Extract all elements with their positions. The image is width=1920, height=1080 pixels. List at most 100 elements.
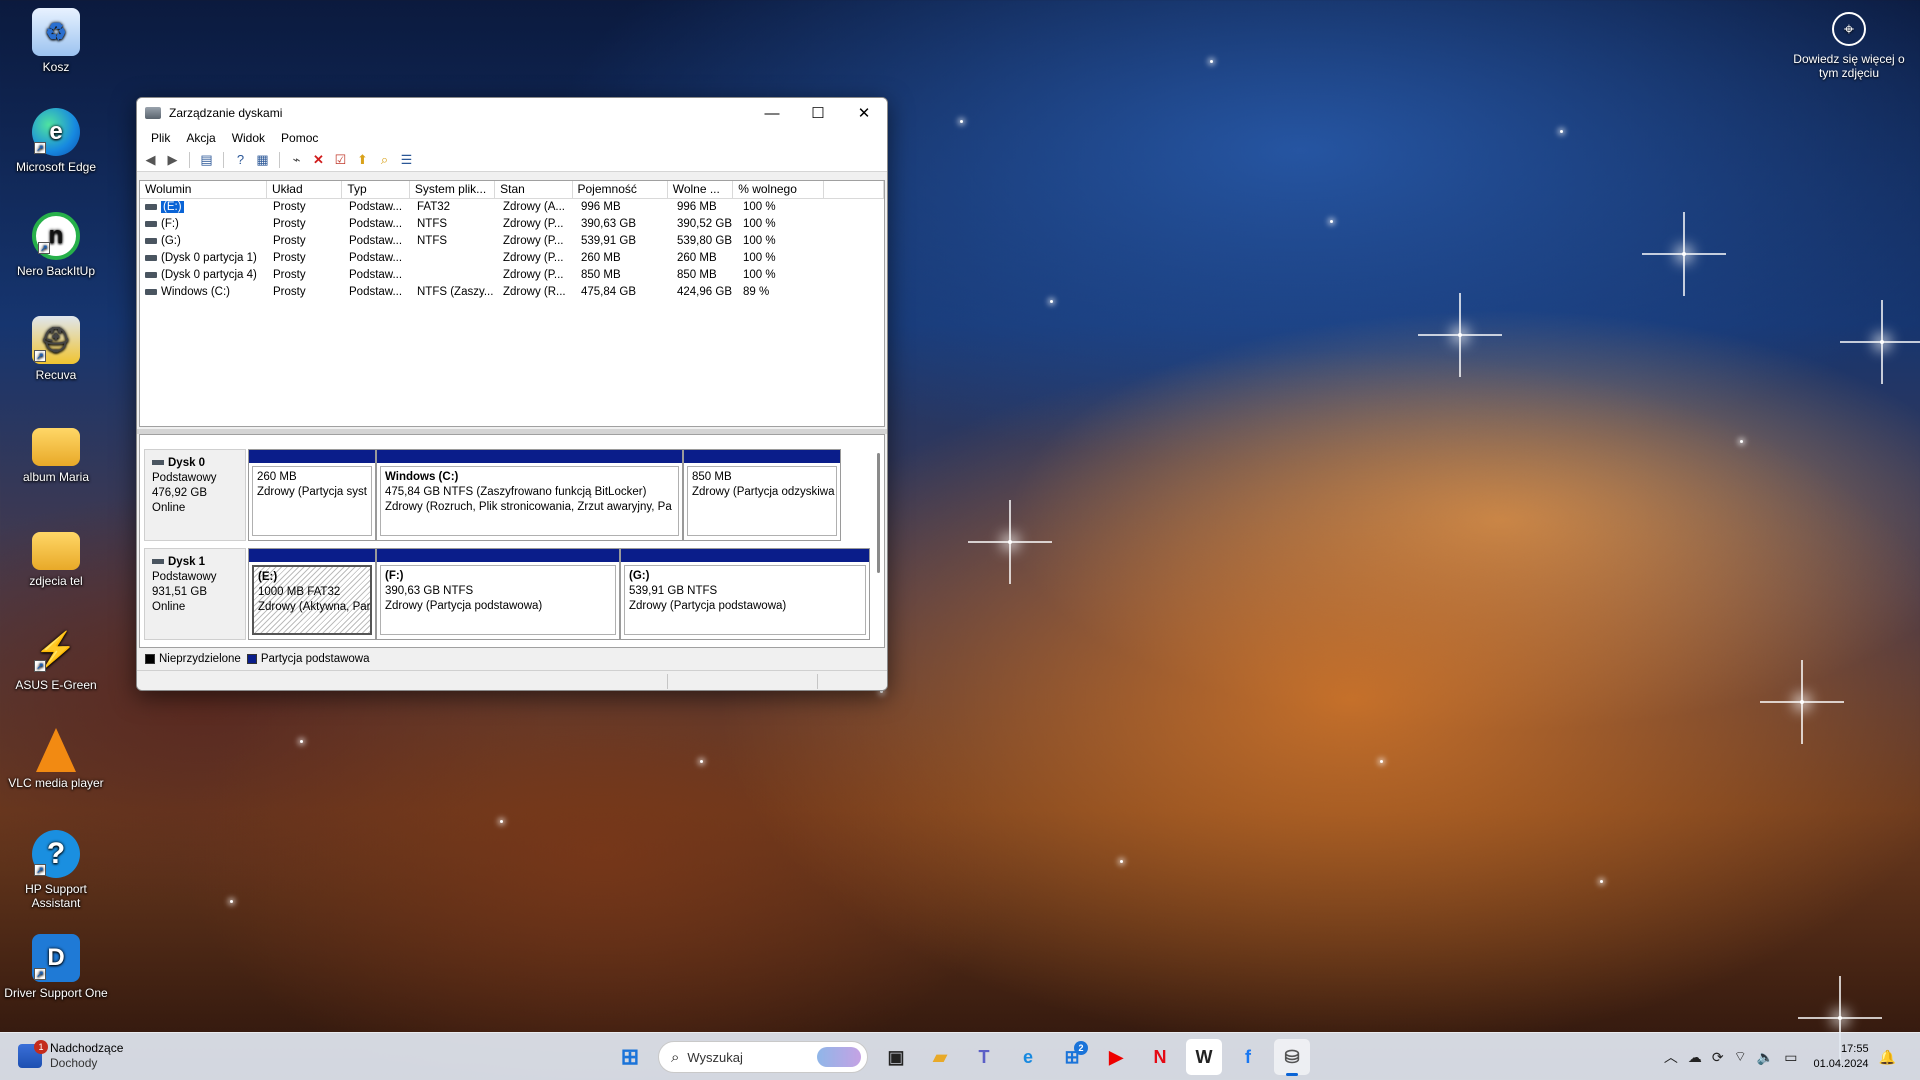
volume-cell: 424,96 GB <box>677 286 732 298</box>
widget-subtitle: Dochody <box>50 1056 98 1070</box>
volume-cell: 390,52 GB <box>677 218 732 230</box>
desktop-icon-recuva[interactable]: ⛑ ↗ Recuva <box>0 316 112 382</box>
netflix-icon[interactable]: N <box>1142 1039 1178 1075</box>
show-hide-console-icon[interactable]: ▤ <box>197 150 216 169</box>
partition[interactable]: (E:) 1000 MB FAT32 Zdrowy (Aktywna, Par <box>248 548 376 640</box>
desktop-icon-vlc[interactable]: VLC media player <box>0 728 112 790</box>
volume-name-cell: (Dysk 0 partycja 4) <box>140 267 268 284</box>
volume-cell: NTFS <box>417 235 448 247</box>
disk-status: Online <box>152 601 186 613</box>
minimize-button[interactable]: — <box>749 98 795 128</box>
column-header[interactable]: Wolne ... <box>668 181 734 198</box>
clock[interactable]: 17:55 01.04.2024 <box>1814 1042 1869 1072</box>
partition[interactable]: 850 MB Zdrowy (Partycja odzyskiwa <box>683 449 841 541</box>
desktop-icon-zdjecia-tel[interactable]: zdjecia tel <box>0 524 112 588</box>
store-icon[interactable]: ⊞ 2 <box>1054 1039 1090 1075</box>
disk-management-taskbar-icon[interactable]: ⛁ <box>1274 1039 1310 1076</box>
forward-icon[interactable]: ▶ <box>163 150 182 169</box>
partition[interactable]: 260 MB Zdrowy (Partycja syst <box>248 449 376 541</box>
volume-cell: 100 % <box>743 218 776 230</box>
column-header[interactable]: System plik... <box>410 181 496 198</box>
widgets-button[interactable]: 1 Nadchodzące Dochody <box>18 1040 123 1071</box>
vertical-scrollbar[interactable] <box>877 453 880 573</box>
volume-cell: Podstaw... <box>349 235 403 247</box>
teams-icon[interactable]: T <box>966 1039 1002 1075</box>
file-explorer-icon[interactable]: ▰ <box>922 1039 958 1075</box>
disk-info[interactable]: Dysk 1 Podstawowy 931,51 GB Online <box>144 548 246 640</box>
list-view-icon[interactable]: ☰ <box>397 150 416 169</box>
volume-row[interactable]: (Dysk 0 partycja 1) Prosty Podstaw... Zdrow… <box>140 250 884 267</box>
connect-disk-icon[interactable]: ⌁ <box>287 150 306 169</box>
column-header[interactable]: % wolnego <box>733 181 825 198</box>
desktop-icon-hp-support[interactable]: ? ↗ HP Support Assistant <box>0 830 112 910</box>
properties-icon[interactable]: ▦ <box>253 150 272 169</box>
column-header[interactable]: Układ <box>267 181 343 198</box>
onedrive-icon[interactable]: ☁ <box>1688 1049 1702 1066</box>
desktop-icon-nero[interactable]: n ↗ Nero BackItUp <box>0 212 112 278</box>
volume-cell: Zdrowy (P... <box>503 218 564 230</box>
drive-icon <box>145 220 157 227</box>
youtube-icon[interactable]: ▶ <box>1098 1039 1134 1075</box>
close-button[interactable]: ✕ <box>841 98 887 128</box>
volume-row[interactable]: Windows (C:) Prosty Podstaw... NTFS (Zaszy.… <box>140 284 884 301</box>
partition-size: 390,63 GB NTFS <box>385 585 474 597</box>
menu-help[interactable]: Pomoc <box>273 131 326 145</box>
desktop-icon-asus-egreen[interactable]: ⚡ ↗ ASUS E-Green <box>0 626 112 692</box>
partition-name: (E:) <box>258 571 278 583</box>
column-header[interactable]: Typ <box>342 181 410 198</box>
explore-icon[interactable]: ⌕ <box>375 150 394 169</box>
partition[interactable]: (F:) 390,63 GB NTFS Zdrowy (Partycja pod… <box>376 548 620 640</box>
open-icon[interactable]: ⬆ <box>353 150 372 169</box>
partition-status: Zdrowy (Aktywna, Par <box>258 601 371 613</box>
desktop-icon-recycle-bin[interactable]: ♻ Kosz <box>0 8 112 74</box>
desktop-icon-album-maria[interactable]: album Maria <box>0 420 112 484</box>
delete-icon[interactable]: ✕ <box>309 150 328 169</box>
help-icon[interactable]: ? <box>231 150 250 169</box>
volume-cell: Prosty <box>273 201 306 213</box>
volume-cell: 850 MB <box>581 269 621 281</box>
volume-cell: 539,91 GB <box>581 235 636 247</box>
wikipedia-icon[interactable]: W <box>1186 1039 1222 1075</box>
chevron-up-icon[interactable]: ︿ <box>1664 1047 1678 1067</box>
check-icon[interactable]: ☑ <box>331 150 350 169</box>
volume-cell: 100 % <box>743 252 776 264</box>
column-header[interactable]: Wolumin <box>140 181 267 198</box>
volume-row[interactable]: (Dysk 0 partycja 4) Prosty Podstaw... Zdrow… <box>140 267 884 284</box>
volume-cell: 390,63 GB <box>581 218 636 230</box>
facebook-icon[interactable]: f <box>1230 1039 1266 1075</box>
volume-row[interactable]: (F:) Prosty Podstaw... NTFS Zdrowy (P... 390,… <box>140 216 884 233</box>
wifi-icon[interactable]: ⌔ <box>1734 1048 1747 1066</box>
menu-action[interactable]: Akcja <box>178 131 223 145</box>
volume-row[interactable]: (E:) Prosty Podstaw... FAT32 Zdrowy (A... 996… <box>140 199 884 216</box>
folder-icon <box>32 428 80 466</box>
legend-primary: Partycja podstawowa <box>260 653 370 665</box>
column-header[interactable]: Pojemność <box>573 181 668 198</box>
desktop-icon-driver-support[interactable]: D ↗ Driver Support One <box>0 934 112 1000</box>
edge-taskbar-icon[interactable]: e <box>1010 1039 1046 1075</box>
column-header[interactable]: Stan <box>495 181 573 198</box>
battery-icon[interactable]: ▭ <box>1784 1049 1797 1066</box>
sync-icon[interactable]: ⟳ <box>1712 1049 1724 1066</box>
back-icon[interactable]: ◀ <box>141 150 160 169</box>
volume-cell: Podstaw... <box>349 218 403 230</box>
taskbar-apps: ⊞ ⌕ Wyszukaj ▣ ▰ T e ⊞ 2 ▶ N W f ⛁ <box>612 1039 1310 1076</box>
start-icon[interactable]: ⊞ <box>612 1039 648 1075</box>
desktop-icon-edge[interactable]: e ↗ Microsoft Edge <box>0 108 112 174</box>
volume-list-header: Wolumin Układ Typ System plik... Stan Po… <box>140 181 884 199</box>
task-view-icon[interactable]: ▣ <box>878 1039 914 1075</box>
volume-icon[interactable]: 🔈 <box>1757 1049 1774 1066</box>
partition[interactable]: (G:) 539,91 GB NTFS Zdrowy (Partycja pod… <box>620 548 870 640</box>
maximize-button[interactable]: ☐ <box>795 98 841 128</box>
menu-file[interactable]: Plik <box>143 131 178 145</box>
title-bar[interactable]: Zarządzanie dyskami — ☐ ✕ <box>137 98 887 128</box>
notifications-icon[interactable]: 🔔 <box>1879 1049 1896 1066</box>
volume-row[interactable]: (G:) Prosty Podstaw... NTFS Zdrowy (P... 539,… <box>140 233 884 250</box>
desktop-icon-label: Microsoft Edge <box>15 160 97 174</box>
camera-icon: ⌖ <box>1832 12 1866 46</box>
search-box[interactable]: ⌕ Wyszukaj <box>658 1041 868 1073</box>
partition[interactable]: Windows (C:) 475,84 GB NTFS (Zaszyfrowan… <box>376 449 683 541</box>
disk-graph-view: Dysk 0 Podstawowy 476,92 GB Online 260 M… <box>139 434 885 648</box>
learn-about-picture[interactable]: ⌖ Dowiedz się więcej o tym zdjęciu <box>1788 12 1910 80</box>
disk-info[interactable]: Dysk 0 Podstawowy 476,92 GB Online <box>144 449 246 541</box>
menu-view[interactable]: Widok <box>224 131 273 145</box>
